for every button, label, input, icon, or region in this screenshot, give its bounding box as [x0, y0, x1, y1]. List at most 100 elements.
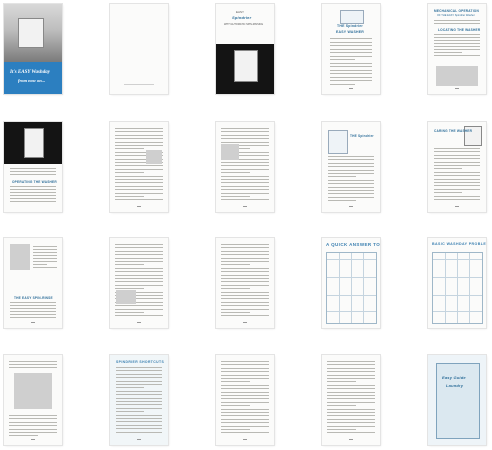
- page-thumbnail-16[interactable]: [4, 355, 62, 445]
- table-row-rule: [433, 277, 482, 278]
- page-thumbnail-8[interactable]: [216, 122, 274, 212]
- table-row-rule: [327, 277, 376, 278]
- washer-illustration: [24, 128, 44, 158]
- text-line: [328, 156, 374, 157]
- washer-illustration: [234, 50, 258, 82]
- page-number-mark: [137, 206, 141, 207]
- text-line: [434, 46, 480, 47]
- page-thumbnail-1[interactable]: It's EASY Washday from now on...: [4, 4, 62, 94]
- page-thumbnail-19[interactable]: [322, 355, 380, 445]
- washer-illustration: [18, 18, 44, 48]
- text-line: [115, 274, 163, 276]
- text-line: [10, 314, 56, 315]
- text-line: [221, 384, 269, 386]
- page-number-mark: [31, 439, 35, 440]
- text-line: [221, 182, 269, 184]
- text-line: [115, 148, 144, 150]
- page-thumbnail-15[interactable]: BASIC WASHDAY PROBLEMS: [428, 238, 486, 328]
- text-line: [328, 196, 374, 198]
- text-line: [115, 261, 163, 262]
- page-thumbnail-5[interactable]: MECHANICAL OPERATION OF THE EASY Spindrie…: [428, 4, 486, 94]
- text-line: [115, 250, 163, 252]
- text-line: [221, 305, 269, 307]
- text-line: [434, 165, 480, 166]
- text-line: [116, 428, 162, 430]
- text-line: [327, 364, 375, 366]
- page-thumbnail-3[interactable]: EASY Spindrier WITH AUTOMATIC SPIN-RINSING: [216, 4, 274, 94]
- text-line: [221, 422, 269, 424]
- text-line: [221, 281, 269, 283]
- heading-spindrier: THE Spindrier: [337, 24, 363, 28]
- text-line: [327, 371, 375, 373]
- text-line: [115, 182, 163, 184]
- text-line: [221, 278, 269, 279]
- text-line: [327, 425, 375, 427]
- text-line: [115, 179, 163, 180]
- page-thumbnail-7[interactable]: [110, 122, 168, 212]
- page-thumbnail-13[interactable]: [216, 238, 274, 328]
- page-thumbnail-10[interactable]: CARING THE WASHER: [428, 122, 486, 212]
- text-line: [221, 415, 269, 417]
- heading-operating: OPERATING THE WASHER: [12, 180, 57, 184]
- text-line: [116, 421, 162, 423]
- title-easy: EASY: [236, 10, 245, 14]
- text-line: [434, 55, 480, 56]
- text-line: [115, 168, 163, 170]
- text-line: [434, 199, 480, 200]
- page-number-mark: [349, 439, 353, 440]
- illustration: [116, 290, 136, 304]
- text-line: [221, 250, 269, 252]
- text-line: [434, 168, 462, 170]
- text-line: [33, 264, 48, 265]
- text-line: [434, 182, 480, 183]
- text-line: [327, 384, 375, 386]
- text-line: [115, 141, 163, 143]
- page-thumbnail-17[interactable]: SPINDRIER SHORTCUTS: [110, 355, 168, 445]
- page-thumbnail-11[interactable]: THE EASY SPIN-RINSE: [4, 238, 62, 328]
- text-line: [434, 158, 480, 160]
- text-line: [221, 295, 269, 296]
- text-line: [10, 195, 56, 196]
- text-line: [328, 176, 356, 178]
- text-line: [115, 247, 163, 249]
- text-line: [221, 267, 269, 269]
- text-line: [221, 367, 269, 369]
- text-line: [116, 370, 162, 372]
- page-thumbnail-12[interactable]: [110, 238, 168, 328]
- text-line: [115, 128, 163, 129]
- page-thumbnail-4[interactable]: THE Spindrier EASY WASHER: [322, 4, 380, 94]
- text-line: [327, 405, 356, 407]
- table-row-rule: [433, 311, 482, 312]
- text-line: [10, 168, 56, 169]
- page-thumbnail-20[interactable]: Easy Guide Laundry: [428, 355, 486, 445]
- text-line: [328, 166, 374, 168]
- text-line: [221, 315, 269, 317]
- text-line: [9, 418, 57, 420]
- text-line: [327, 367, 375, 369]
- text-line: [115, 134, 163, 136]
- page-thumbnail-2[interactable]: [110, 4, 168, 94]
- text-line: [330, 73, 372, 74]
- text-line: [221, 291, 269, 293]
- page-thumbnail-18[interactable]: [216, 355, 274, 445]
- text-line: [221, 398, 269, 400]
- text-line: [327, 381, 356, 383]
- table-column-rule: [339, 253, 340, 323]
- text-line: [9, 367, 57, 368]
- text-line: [328, 179, 374, 181]
- text-line: [116, 390, 162, 392]
- page-number-mark: [349, 88, 353, 89]
- title-spindrier: Spindrier: [232, 15, 252, 20]
- text-line: [327, 432, 375, 434]
- page-thumbnail-6[interactable]: OPERATING THE WASHER: [4, 122, 62, 212]
- text-line: [328, 190, 374, 191]
- illustration: [14, 373, 52, 409]
- page-thumbnail-9[interactable]: THE Spindrier: [322, 122, 380, 212]
- text-line: [221, 391, 269, 393]
- page-thumbnail-14[interactable]: A QUICK ANSWER TO 24: [322, 238, 380, 328]
- text-line: [434, 154, 480, 156]
- text-line: [10, 308, 56, 309]
- text-line: [9, 428, 57, 430]
- text-line: [221, 412, 269, 413]
- text-line: [115, 244, 163, 245]
